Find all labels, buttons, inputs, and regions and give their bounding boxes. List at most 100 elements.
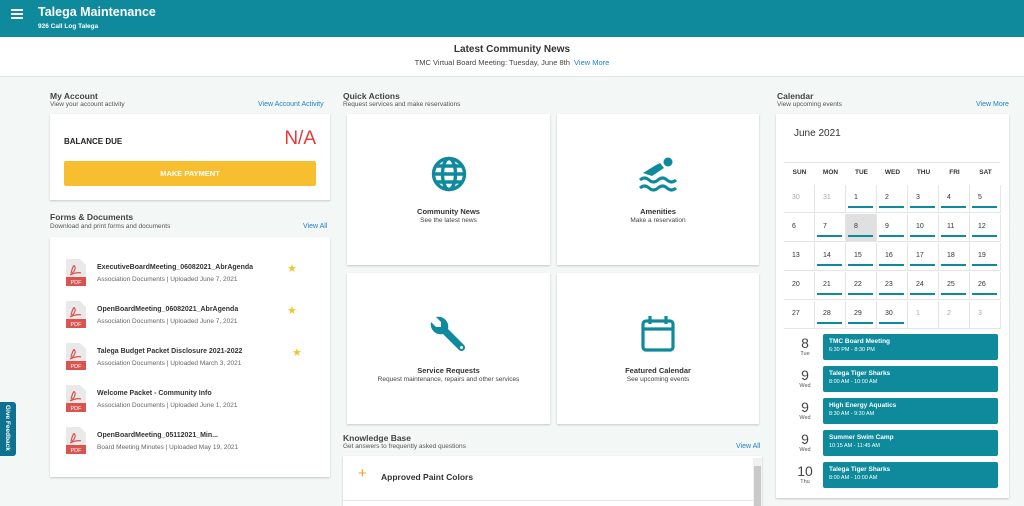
quick-action-amenities[interactable]: Amenities Make a reservation — [557, 114, 759, 265]
menu-icon[interactable] — [11, 9, 23, 19]
calendar-day[interactable]: 23 — [877, 272, 908, 300]
event-card[interactable]: Summer Swim Camp 10:15 AM - 11:45 AM — [823, 430, 998, 456]
document-item[interactable]: PDF Talega Budget Packet Disclosure 2021-… — [66, 343, 306, 373]
calendar-day[interactable]: 21 — [815, 272, 846, 300]
knowledge-base-list: + Approved Paint Colors — [343, 456, 762, 506]
view-account-activity-link[interactable]: View Account Activity — [258, 101, 324, 108]
calendar-day[interactable]: 18 — [939, 243, 970, 271]
calendar-day[interactable]: 30 — [877, 301, 908, 329]
calendar-day[interactable]: 14 — [815, 243, 846, 271]
calendar-day-number: 2 — [885, 194, 889, 201]
pdf-file-icon: PDF — [66, 385, 86, 412]
event-weekday: Wed — [799, 415, 811, 421]
knowledge-view-all-link[interactable]: View All — [736, 443, 760, 450]
calendar-day[interactable]: 10 — [908, 214, 939, 242]
quick-action-featured-calendar[interactable]: Featured Calendar See upcoming events — [557, 273, 759, 424]
calendar-day[interactable]: 3 — [970, 301, 1001, 329]
forms-view-all-link[interactable]: View All — [303, 223, 327, 230]
calendar-day[interactable]: 12 — [970, 214, 1001, 242]
calendar-day[interactable]: 20 — [784, 272, 815, 300]
calendar-day[interactable]: 25 — [939, 272, 970, 300]
calendar-day[interactable]: 13 — [784, 243, 815, 271]
calendar-day[interactable]: 8 — [846, 214, 877, 242]
calendar-day[interactable]: 7 — [815, 214, 846, 242]
calendar-day-number: 27 — [792, 310, 800, 317]
calendar-day[interactable]: 19 — [970, 243, 1001, 271]
calendar-day[interactable]: 9 — [877, 214, 908, 242]
quick-action-service-requests[interactable]: Service Requests Request maintenance, re… — [347, 273, 550, 424]
pdf-badge-label: PDF — [71, 322, 83, 328]
pdf-badge-label: PDF — [71, 280, 83, 286]
calendar-day[interactable]: 5 — [970, 185, 1001, 213]
quick-actions-title: Quick Actions — [343, 91, 400, 101]
event-indicator — [879, 264, 904, 266]
event-card[interactable]: Talega Tiger Sharks 8:00 AM - 10:00 AM — [823, 462, 998, 488]
calendar-day-number: 22 — [854, 281, 862, 288]
calendar-day[interactable]: 30 — [784, 185, 815, 213]
calendar-day-number: 17 — [916, 252, 924, 259]
pdf-badge-label: PDF — [71, 406, 83, 412]
wrench-icon — [347, 315, 550, 360]
event-time: 8:00 AM - 10:00 AM — [829, 475, 878, 481]
document-item[interactable]: PDF OpenBoardMeeting_05112021_Min... Board… — [66, 427, 306, 457]
event-time: 6:30 PM - 8:30 PM — [829, 347, 875, 353]
calendar-day-number: 8 — [854, 223, 858, 230]
event-card[interactable]: High Energy Aquatics 8:30 AM - 9:30 AM — [823, 398, 998, 424]
document-item[interactable]: PDF Welcome Packet - Community Info Associ… — [66, 385, 306, 415]
calendar-day[interactable]: 17 — [908, 243, 939, 271]
event-indicator — [941, 235, 966, 237]
event-date: 9 Wed — [790, 400, 820, 422]
event-card[interactable]: Talega Tiger Sharks 8:00 AM - 10:00 AM — [823, 366, 998, 392]
event-time: 8:00 AM - 10:00 AM — [829, 379, 878, 385]
balance-card: BALANCE DUE N/A MAKE PAYMENT — [50, 114, 330, 200]
calendar-day[interactable]: 26 — [970, 272, 1001, 300]
make-payment-button[interactable]: MAKE PAYMENT — [64, 161, 316, 186]
knowledge-scrollbar-thumb[interactable] — [754, 466, 761, 506]
calendar-day[interactable]: 2 — [877, 185, 908, 213]
event-indicator — [879, 206, 904, 208]
calendar-day[interactable]: 22 — [846, 272, 877, 300]
document-item[interactable]: PDF ExecutiveBoardMeeting_06082021_AbrAge… — [66, 259, 306, 289]
event-name: Talega Tiger Sharks — [829, 370, 891, 377]
give-feedback-button[interactable]: Give Feedback — [0, 402, 16, 456]
document-name: OpenBoardMeeting_05112021_Min... — [97, 432, 218, 439]
document-name: Talega Budget Packet Disclosure 2021-202… — [97, 348, 243, 355]
event-indicator — [848, 264, 873, 266]
calendar-day[interactable]: 3 — [908, 185, 939, 213]
document-name: Welcome Packet - Community Info — [97, 390, 212, 397]
event-card[interactable]: TMC Board Meeting 6:30 PM - 8:30 PM — [823, 334, 998, 360]
calendar-day[interactable]: 6 — [784, 214, 815, 242]
calendar-day[interactable]: 29 — [846, 301, 877, 329]
calendar-day[interactable]: 1 — [908, 301, 939, 329]
calendar-day[interactable]: 15 — [846, 243, 877, 271]
star-icon[interactable]: ★ — [292, 346, 302, 359]
document-item[interactable]: PDF OpenBoardMeeting_06082021_AbrAgenda As… — [66, 301, 306, 331]
calendar-view-more-link[interactable]: View More — [976, 101, 1009, 108]
star-icon[interactable]: ★ — [287, 304, 297, 317]
calendar-day[interactable]: 27 — [784, 301, 815, 329]
event-name: High Energy Aquatics — [829, 402, 897, 409]
event-name: Talega Tiger Sharks — [829, 466, 891, 473]
pdf-badge-label: PDF — [71, 364, 83, 370]
calendar-card: June 2021 SUN MON TUE WED THU FRI SAT 30 31 1 2 3 4 5… — [776, 114, 1009, 498]
calendar-day[interactable]: 2 — [939, 301, 970, 329]
calendar-title: Calendar — [777, 91, 814, 101]
quick-action-community-news[interactable]: Community News See the latest news — [347, 114, 550, 265]
event-indicator — [910, 206, 935, 208]
news-view-more-link[interactable]: View More — [574, 58, 609, 67]
calendar-day[interactable]: 24 — [908, 272, 939, 300]
star-icon[interactable]: ★ — [287, 262, 297, 275]
calendar-day[interactable]: 4 — [939, 185, 970, 213]
calendar-day[interactable]: 1 — [846, 185, 877, 213]
calendar-day-number: 16 — [885, 252, 893, 259]
calendar-day[interactable]: 16 — [877, 243, 908, 271]
calendar-day[interactable]: 31 — [815, 185, 846, 213]
knowledge-item[interactable]: + Approved Paint Colors — [343, 456, 753, 501]
calendar-weekday: TUE — [855, 169, 868, 176]
event-indicator — [817, 264, 842, 266]
calendar-day[interactable]: 11 — [939, 214, 970, 242]
calendar-day[interactable]: 28 — [815, 301, 846, 329]
calendar-day-number: 7 — [823, 223, 827, 230]
calendar-day-number: 2 — [947, 310, 951, 317]
balance-due-value: N/A — [284, 128, 316, 149]
